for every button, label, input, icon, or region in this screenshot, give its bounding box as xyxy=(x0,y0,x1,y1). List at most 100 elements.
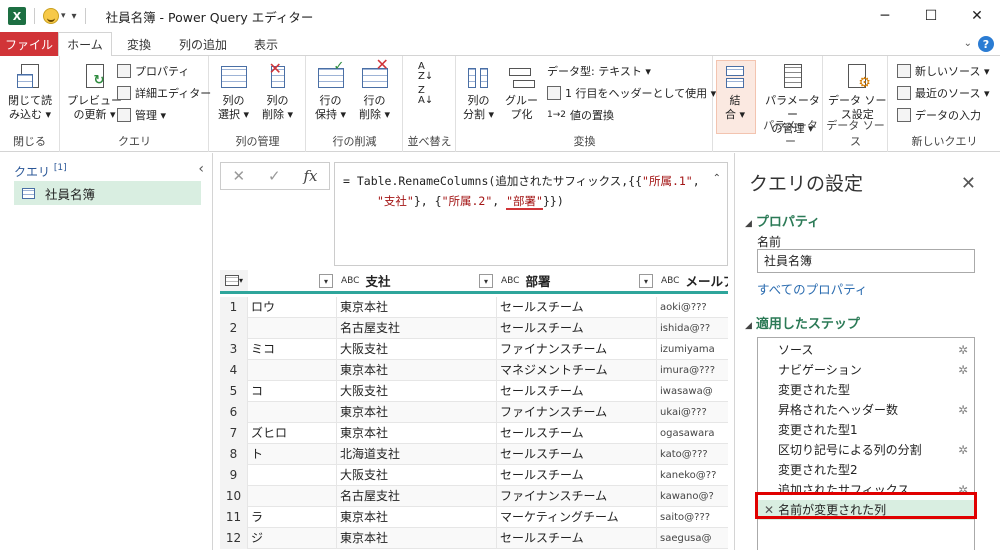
table-cell[interactable]: ファイナンスチーム xyxy=(497,486,657,507)
keep-rows-button[interactable]: ✓ 行の 保持 ▾ xyxy=(315,60,346,122)
maximize-button[interactable]: ☐ xyxy=(908,0,954,32)
table-menu-button[interactable]: ▾ xyxy=(220,270,248,294)
table-cell[interactable]: マーケティングチーム xyxy=(497,507,657,528)
column-filter-icon[interactable]: ▾ xyxy=(319,274,333,288)
column-filter-icon[interactable]: ▾ xyxy=(479,274,493,288)
table-cell[interactable]: 名古屋支社 xyxy=(337,318,497,339)
table-cell[interactable]: ジ xyxy=(248,528,337,549)
table-row[interactable]: 2 名古屋支社 セールスチーム ishida@?? xyxy=(220,318,728,339)
table-cell[interactable]: saegusa@ xyxy=(657,528,728,549)
step-settings-gear-icon[interactable]: ✲ xyxy=(958,360,968,380)
customize-quick-access-icon[interactable]: ▾ xyxy=(72,11,77,22)
manage-button[interactable]: 管理 ▾ xyxy=(117,106,166,124)
tab-transform[interactable]: 変換 xyxy=(115,32,163,56)
text-type-icon[interactable]: ABC xyxy=(661,276,679,286)
help-icon[interactable]: ? xyxy=(978,36,994,52)
table-row[interactable]: 7 ズヒロ 東京本社 セールスチーム ogasawara xyxy=(220,423,728,444)
table-cell[interactable]: 東京本社 xyxy=(337,507,497,528)
text-type-icon[interactable]: ABC xyxy=(501,276,519,286)
table-cell[interactable]: ファイナンスチーム xyxy=(497,402,657,423)
table-cell[interactable]: 東京本社 xyxy=(337,402,497,423)
properties-section[interactable]: ◢ プロパティ xyxy=(745,211,820,230)
table-row[interactable]: 11 ラ東京本社 マーケティングチーム saito@??? xyxy=(220,507,728,528)
applied-step[interactable]: 区切り記号による列の分割 ✲ xyxy=(758,440,974,460)
table-row[interactable]: 12 ジ東京本社 セールスチーム saegusa@ xyxy=(220,528,728,549)
table-cell[interactable]: iwasawa@ xyxy=(657,381,728,402)
applied-step[interactable]: ナビゲーション ✲ xyxy=(758,360,974,380)
table-cell[interactable]: ト xyxy=(248,444,337,465)
table-cell[interactable]: ズヒロ xyxy=(248,423,337,444)
expand-formula-icon[interactable]: ⌃ xyxy=(713,169,721,189)
formula-bar[interactable]: = Table.RenameColumns(追加されたサフィックス,{{"所属.… xyxy=(334,162,728,266)
tab-add-column[interactable]: 列の追加 xyxy=(170,32,236,56)
table-cell[interactable]: ukai@??? xyxy=(657,402,728,423)
close-window-button[interactable]: ✕ xyxy=(954,0,1000,32)
table-cell[interactable]: 東京本社 xyxy=(337,423,497,444)
table-cell[interactable]: ロウ xyxy=(248,297,337,318)
table-cell[interactable]: セールスチーム xyxy=(497,318,657,339)
commit-formula-icon[interactable]: ✓ xyxy=(268,167,281,185)
table-row[interactable]: 5 コ大阪支社 セールスチーム iwasawa@ xyxy=(220,381,728,402)
table-cell[interactable]: セールスチーム xyxy=(497,528,657,549)
table-cell[interactable]: コ xyxy=(248,381,337,402)
query-name-input[interactable]: 社員名簿 xyxy=(757,249,975,273)
smiley-feedback-icon[interactable] xyxy=(43,8,59,24)
sort-descending-icon[interactable]: Z A↓ xyxy=(418,86,433,106)
chevron-down-icon[interactable]: ⌄ xyxy=(964,38,972,49)
applied-step[interactable]: 昇格されたヘッダー数 ✲ xyxy=(758,400,974,420)
table-cell[interactable]: セールスチーム xyxy=(497,381,657,402)
collapse-pane-icon[interactable]: ‹ xyxy=(198,161,204,177)
table-cell[interactable] xyxy=(248,360,337,381)
table-cell[interactable]: kaneko@?? xyxy=(657,465,728,486)
applied-step[interactable]: 変更された型2 xyxy=(758,460,974,480)
table-cell[interactable]: ogasawara xyxy=(657,423,728,444)
table-cell[interactable]: 北海道支社 xyxy=(337,444,497,465)
table-cell[interactable]: セールスチーム xyxy=(497,465,657,486)
table-cell[interactable]: 大阪支社 xyxy=(337,339,497,360)
table-cell[interactable]: セールスチーム xyxy=(497,423,657,444)
applied-steps-section[interactable]: ◢ 適用したステップ xyxy=(745,313,860,332)
tab-file[interactable]: ファイル xyxy=(0,32,58,56)
table-cell[interactable]: izumiyama xyxy=(657,339,728,360)
data-source-settings-button[interactable]: ⚙ データ ソー ス設定 xyxy=(828,62,887,122)
column-header[interactable]: ▾ xyxy=(248,270,337,294)
table-cell[interactable]: saito@??? xyxy=(657,507,728,528)
data-type-dropdown[interactable]: データ型: テキスト ▾ xyxy=(547,62,651,80)
table-row[interactable]: 10 名古屋支社 ファイナンスチーム kawano@? xyxy=(220,486,728,507)
table-cell[interactable]: aoki@??? xyxy=(657,297,728,318)
properties-button[interactable]: プロパティ xyxy=(117,62,189,80)
table-row[interactable]: 3 ミコ 大阪支社 ファイナンスチーム izumiyama xyxy=(220,339,728,360)
table-cell[interactable]: 大阪支社 xyxy=(337,465,497,486)
table-cell[interactable]: 東京本社 xyxy=(337,297,497,318)
fx-icon[interactable]: fx xyxy=(304,167,318,185)
close-icon[interactable]: ✕ xyxy=(961,173,976,194)
split-column-button[interactable]: 列の 分割 ▾ xyxy=(463,62,494,122)
table-row[interactable]: 4 東京本社 マネジメントチーム imura@??? xyxy=(220,360,728,381)
table-cell[interactable]: 東京本社 xyxy=(337,528,497,549)
table-cell[interactable]: ファイナンスチーム xyxy=(497,339,657,360)
table-cell[interactable]: kato@??? xyxy=(657,444,728,465)
step-settings-gear-icon[interactable]: ✲ xyxy=(958,400,968,420)
table-cell[interactable]: 名古屋支社 xyxy=(337,486,497,507)
refresh-preview-button[interactable]: ↻ プレビュー の更新 ▾ xyxy=(67,62,122,122)
step-settings-gear-icon[interactable]: ✲ xyxy=(958,340,968,360)
close-and-load-button[interactable]: 閉じて読 み込む ▾ xyxy=(8,62,52,122)
table-row[interactable]: 8 ト北海道支社 セールスチーム kato@??? xyxy=(220,444,728,465)
column-filter-icon[interactable]: ▾ xyxy=(639,274,653,288)
column-header-department[interactable]: ABC 部署 ▾ xyxy=(497,270,657,294)
combine-button[interactable]: 結 合 ▾ xyxy=(720,62,750,122)
table-row[interactable]: 6 東京本社 ファイナンスチーム ukai@??? xyxy=(220,402,728,423)
minimize-button[interactable]: ─ xyxy=(862,0,908,32)
text-type-icon[interactable]: ABC xyxy=(341,276,359,286)
group-by-button[interactable]: グルー プ化 xyxy=(505,62,538,122)
table-cell[interactable]: セールスチーム xyxy=(497,444,657,465)
replace-values-button[interactable]: 1→2 値の置換 xyxy=(547,106,614,124)
table-cell[interactable]: マネジメントチーム xyxy=(497,360,657,381)
step-settings-gear-icon[interactable]: ✲ xyxy=(958,440,968,460)
table-cell[interactable] xyxy=(248,465,337,486)
advanced-editor-button[interactable]: 詳細エディター xyxy=(117,84,211,102)
table-cell[interactable]: kawano@? xyxy=(657,486,728,507)
applied-step[interactable]: ソース ✲ xyxy=(758,340,974,360)
table-cell[interactable]: ミコ xyxy=(248,339,337,360)
query-item[interactable]: 社員名簿 xyxy=(14,181,201,205)
